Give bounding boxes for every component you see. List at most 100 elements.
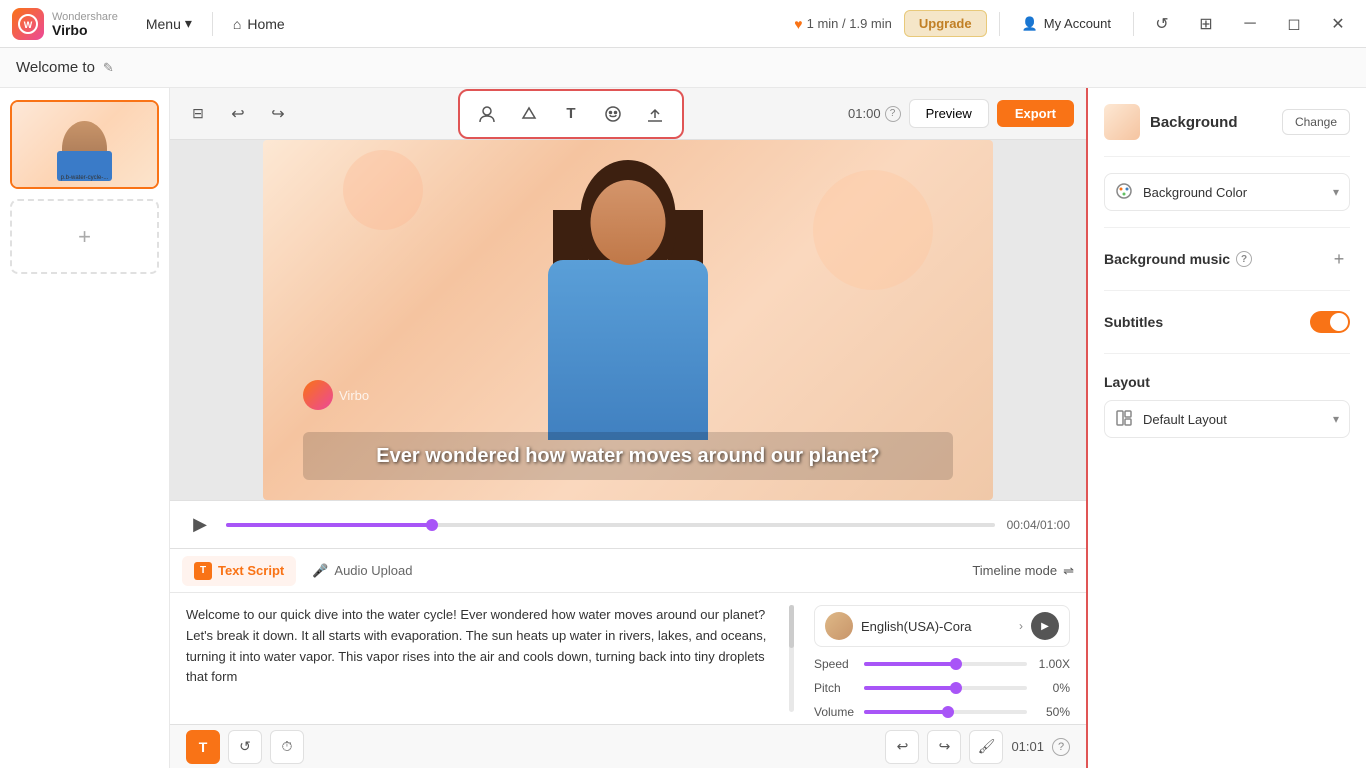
pitch-fill — [864, 686, 954, 690]
layout-arrow-icon: ▾ — [1333, 412, 1339, 426]
time-label: 00:04/01:00 — [1007, 518, 1070, 532]
avatar-tool-button[interactable] — [468, 95, 506, 133]
panel-divider-1 — [1104, 156, 1350, 157]
speed-track[interactable] — [864, 662, 1027, 666]
upgrade-button[interactable]: Upgrade — [904, 10, 987, 37]
bg-circle — [813, 170, 933, 290]
tab-audio-upload[interactable]: 🎤 Audio Upload — [300, 557, 424, 585]
bg-music-help-icon[interactable]: ? — [1236, 251, 1252, 267]
bottom-time: 01:01 — [1011, 739, 1044, 754]
minimize-button[interactable]: ─ — [1234, 8, 1266, 40]
svg-text:W: W — [24, 20, 33, 30]
watermark-text: Virbo — [339, 388, 369, 403]
script-content: Welcome to our quick dive into the water… — [170, 593, 1086, 724]
subtitles-toggle[interactable] — [1310, 311, 1350, 333]
background-color-row[interactable]: Background Color ▾ — [1104, 173, 1350, 211]
redo-button[interactable]: ↪ — [262, 98, 294, 130]
volume-value: 50% — [1035, 705, 1070, 719]
voice-selector[interactable]: English(USA)-Cora › ▶ — [814, 605, 1070, 647]
voice-panel: English(USA)-Cora › ▶ Speed 1.00X — [810, 605, 1070, 712]
panel-divider-4 — [1104, 353, 1350, 354]
add-music-button[interactable]: + — [1328, 248, 1350, 270]
tab-text-script[interactable]: T Text Script — [182, 556, 296, 586]
close-button[interactable]: ✕ — [1322, 8, 1354, 40]
layout-section: Layout Default Layout ▾ — [1104, 370, 1350, 438]
change-background-button[interactable]: Change — [1282, 109, 1350, 135]
text-tool-button[interactable]: T — [552, 95, 590, 133]
help-icon[interactable]: ? — [885, 106, 901, 122]
heart-icon: ♥ — [794, 16, 802, 32]
divider — [212, 12, 213, 36]
restore-button[interactable]: ◻ — [1278, 8, 1310, 40]
divider3 — [1133, 12, 1134, 36]
slide-1[interactable]: 1 p.b-water-cycle-... — [10, 100, 159, 189]
bottom-help-icon[interactable]: ? — [1052, 738, 1070, 756]
bg-color-label: Background Color — [1143, 185, 1325, 200]
export-button[interactable]: Export — [997, 100, 1074, 127]
volume-label: Volume — [814, 705, 856, 719]
text-script-icon: T — [194, 562, 212, 580]
pitch-track[interactable] — [864, 686, 1027, 690]
bg-music-section: Background music ? + — [1104, 244, 1350, 274]
toolbar-left: ⊟ ↩ ↪ — [170, 98, 294, 130]
grid-button[interactable]: ⊞ — [1190, 8, 1222, 40]
text-insert-button[interactable]: T — [186, 730, 220, 764]
subtitle-overlay: Ever wondered how water moves around our… — [303, 432, 953, 480]
layout-label: Layout — [1104, 374, 1350, 390]
subtitles-section: Subtitles — [1104, 307, 1350, 337]
shirt — [548, 260, 708, 440]
menu-button[interactable]: Menu ▾ — [134, 9, 204, 38]
toolbar-right: 01:00 ? Preview Export — [848, 99, 1086, 128]
voice-avatar — [825, 612, 853, 640]
undo-bottom-button[interactable]: ↩ — [885, 730, 919, 764]
speed-value: 1.00X — [1035, 657, 1070, 671]
panel-title: Background — [1150, 114, 1272, 131]
scrollbar-thumb — [789, 605, 794, 648]
progress-fill — [226, 523, 434, 527]
bottom-toolbar: T ↺ ⏱ ↩ ↪ 🖌 01:01 ? — [170, 724, 1086, 768]
bg-music-label: Background music ? — [1104, 251, 1252, 267]
scrollbar[interactable] — [789, 605, 794, 712]
edit-title-icon[interactable]: ✎ — [103, 60, 114, 76]
style-tool-button[interactable] — [510, 95, 548, 133]
palette-icon — [1115, 182, 1135, 202]
speed-label: Speed — [814, 657, 856, 671]
topbar-right: ♥ 1 min / 1.9 min Upgrade 👤 My Account ↺… — [794, 8, 1354, 40]
volume-track[interactable] — [864, 710, 1027, 714]
tools-group: T — [458, 89, 684, 139]
bottom-toolbar-right: 01:01 ? — [1011, 738, 1070, 756]
account-icon: 👤 — [1022, 16, 1038, 32]
undo-button[interactable]: ↩ — [222, 98, 254, 130]
sticker-tool-button[interactable] — [594, 95, 632, 133]
layout-icon — [1115, 409, 1135, 429]
progress-area: ▶ 00:04/01:00 — [170, 500, 1086, 548]
upload-tool-button[interactable] — [636, 95, 674, 133]
slide-thumbnail-1: p.b-water-cycle-... — [12, 102, 157, 187]
history-button[interactable]: ↺ — [1146, 8, 1178, 40]
layout-selector[interactable]: Default Layout ▾ — [1104, 400, 1350, 438]
script-tabs: T Text Script 🎤 Audio Upload Timeline mo… — [170, 549, 1086, 593]
redo-bottom-button[interactable]: ↪ — [927, 730, 961, 764]
panel-divider-3 — [1104, 290, 1350, 291]
script-text: Welcome to our quick dive into the water… — [186, 605, 794, 688]
home-button[interactable]: ⌂ Home — [221, 10, 297, 38]
refresh-button[interactable]: ↺ — [228, 730, 262, 764]
progress-track[interactable] — [226, 523, 995, 527]
center-area: ⊟ ↩ ↪ T — [170, 88, 1086, 768]
account-button[interactable]: 👤 My Account — [1012, 10, 1121, 38]
layout-view-button[interactable]: ⊟ — [182, 98, 214, 130]
play-button[interactable]: ▶ — [186, 511, 214, 539]
clock-button[interactable]: ⏱ — [270, 730, 304, 764]
preview-button[interactable]: Preview — [909, 99, 989, 128]
paint-button[interactable]: 🖌 — [969, 730, 1003, 764]
speed-row: Speed 1.00X — [814, 657, 1070, 671]
logo-text: Wondershare Virbo — [52, 11, 118, 37]
pitch-row: Pitch 0% — [814, 681, 1070, 695]
app-logo-icon: W — [12, 8, 44, 40]
voice-play-button[interactable]: ▶ — [1031, 612, 1059, 640]
watermark: Virbo — [303, 380, 369, 410]
timeline-mode[interactable]: Timeline mode ⇌ — [972, 563, 1074, 579]
pitch-thumb — [950, 682, 962, 694]
bg-circle2 — [343, 150, 423, 230]
add-slide-button[interactable]: + — [10, 199, 159, 274]
